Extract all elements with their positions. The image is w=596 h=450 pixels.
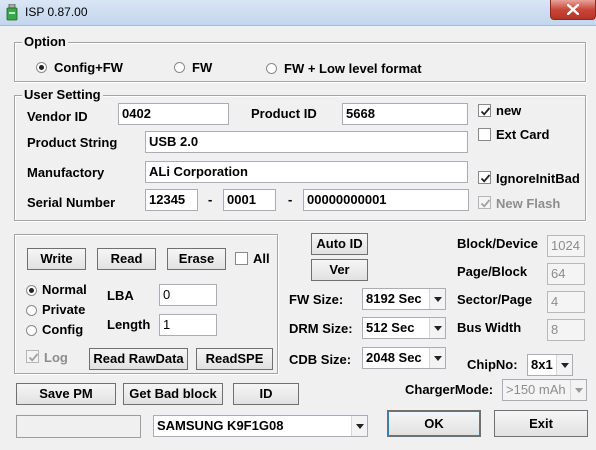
erase-button[interactable]: Erase bbox=[167, 248, 226, 270]
normal-label[interactable]: Normal bbox=[42, 282, 87, 298]
checkmark-icon bbox=[480, 174, 491, 183]
bus-width-value: 8 bbox=[547, 319, 585, 341]
charger-mode-value: >150 mAh bbox=[506, 382, 566, 397]
user-setting-group-label: User Setting bbox=[22, 87, 103, 102]
block-device-value: 1024 bbox=[547, 235, 585, 257]
log-checkbox bbox=[26, 350, 39, 363]
normal-radio[interactable] bbox=[26, 285, 37, 296]
charger-mode-select: >150 mAh bbox=[502, 379, 587, 401]
serial-part-1-input[interactable]: 12345 bbox=[145, 189, 198, 211]
window-title: ISP 0.87.00 bbox=[25, 5, 88, 19]
drm-size-label: DRM Size: bbox=[289, 321, 353, 336]
chevron-down-icon bbox=[570, 380, 586, 400]
save-pm-button[interactable]: Save PM bbox=[16, 383, 116, 405]
lba-input[interactable]: 0 bbox=[159, 284, 217, 306]
chipno-label: ChipNo: bbox=[467, 357, 518, 372]
checkmark-icon bbox=[28, 353, 39, 362]
ext-card-label[interactable]: Ext Card bbox=[496, 127, 549, 143]
serial-dash-2: - bbox=[288, 192, 293, 207]
length-input[interactable]: 1 bbox=[159, 314, 217, 336]
sector-page-label: Sector/Page bbox=[457, 292, 533, 307]
length-label: Length bbox=[107, 317, 151, 332]
ext-card-checkbox[interactable] bbox=[478, 128, 491, 141]
new-flash-checkbox bbox=[478, 196, 491, 209]
fw-low-level-radio[interactable] bbox=[266, 63, 277, 74]
serial-number-label: Serial Number bbox=[27, 195, 116, 210]
config-fw-radio[interactable] bbox=[36, 62, 47, 73]
private-radio[interactable] bbox=[26, 305, 37, 316]
manufactory-label: Manufactory bbox=[27, 165, 105, 180]
flash-select[interactable]: SAMSUNG K9F1G08 bbox=[153, 415, 368, 437]
cdb-size-select[interactable]: 2048 Sec bbox=[362, 347, 446, 369]
product-string-label: Product String bbox=[27, 135, 118, 150]
ignore-init-bad-checkbox[interactable] bbox=[478, 171, 491, 184]
write-button[interactable]: Write bbox=[27, 248, 86, 270]
sector-page-value: 4 bbox=[547, 291, 585, 313]
fw-size-select[interactable]: 8192 Sec bbox=[362, 288, 446, 310]
fw-radio[interactable] bbox=[174, 62, 185, 73]
all-checkbox[interactable] bbox=[235, 252, 248, 265]
ignore-init-bad-label[interactable]: IgnoreInitBad bbox=[496, 171, 580, 187]
fw-size-label: FW Size: bbox=[289, 292, 344, 307]
close-icon bbox=[567, 4, 579, 15]
chevron-down-icon[interactable] bbox=[556, 355, 572, 375]
log-label: Log bbox=[44, 350, 68, 365]
fw-label[interactable]: FW bbox=[192, 60, 212, 76]
product-id-input[interactable]: 5668 bbox=[342, 103, 468, 125]
fw-size-value: 8192 Sec bbox=[366, 291, 422, 306]
config-fw-label[interactable]: Config+FW bbox=[54, 60, 123, 76]
ok-button[interactable]: OK bbox=[387, 410, 481, 437]
drm-size-select[interactable]: 512 Sec bbox=[362, 317, 446, 339]
cdb-size-label: CDB Size: bbox=[289, 352, 352, 367]
chevron-down-icon[interactable] bbox=[429, 318, 445, 338]
option-group-label: Option bbox=[22, 34, 68, 49]
vendor-id-input[interactable]: 0402 bbox=[118, 103, 229, 125]
block-device-label: Block/Device bbox=[457, 236, 538, 251]
config-label[interactable]: Config bbox=[42, 322, 83, 338]
drm-size-value: 512 Sec bbox=[366, 320, 415, 335]
chevron-down-icon[interactable] bbox=[429, 289, 445, 309]
new-checkbox[interactable] bbox=[478, 104, 491, 117]
chipno-value: 8x1 bbox=[531, 357, 553, 372]
manufactory-input[interactable]: ALi Corporation bbox=[145, 161, 468, 183]
ver-button[interactable]: Ver bbox=[311, 259, 368, 281]
read-spe-button[interactable]: ReadSPE bbox=[196, 348, 273, 370]
serial-dash-1: - bbox=[208, 192, 213, 207]
private-label[interactable]: Private bbox=[42, 302, 85, 318]
id-button[interactable]: ID bbox=[233, 383, 299, 405]
exit-button[interactable]: Exit bbox=[494, 410, 588, 437]
auto-id-button[interactable]: Auto ID bbox=[311, 233, 368, 255]
config-radio[interactable] bbox=[26, 325, 37, 336]
vendor-id-label: Vendor ID bbox=[27, 109, 88, 124]
status-box bbox=[16, 415, 141, 438]
new-label[interactable]: new bbox=[496, 103, 521, 119]
product-string-input[interactable]: USB 2.0 bbox=[145, 131, 468, 153]
read-button[interactable]: Read bbox=[97, 248, 156, 270]
chevron-down-icon[interactable] bbox=[351, 416, 367, 436]
all-label[interactable]: All bbox=[253, 251, 270, 267]
usb-drive-icon bbox=[6, 3, 18, 21]
checkmark-icon bbox=[480, 199, 491, 208]
title-bar: ISP 0.87.00 bbox=[0, 0, 596, 26]
flash-value: SAMSUNG K9F1G08 bbox=[157, 418, 284, 433]
bus-width-label: Bus Width bbox=[457, 320, 522, 335]
page-block-value: 64 bbox=[547, 263, 585, 285]
serial-part-2-input[interactable]: 0001 bbox=[223, 189, 276, 211]
lba-label: LBA bbox=[107, 288, 134, 303]
read-raw-data-button[interactable]: Read RawData bbox=[89, 348, 188, 370]
fw-low-level-label[interactable]: FW + Low level format bbox=[284, 61, 422, 77]
page-block-label: Page/Block bbox=[457, 264, 528, 279]
serial-part-3-input[interactable]: 00000000001 bbox=[303, 189, 469, 211]
product-id-label: Product ID bbox=[251, 106, 317, 121]
cdb-size-value: 2048 Sec bbox=[366, 350, 422, 365]
new-flash-label: New Flash bbox=[496, 196, 561, 211]
close-button[interactable] bbox=[550, 0, 596, 20]
checkmark-icon bbox=[480, 107, 491, 116]
chipno-select[interactable]: 8x1 bbox=[527, 354, 573, 376]
chevron-down-icon[interactable] bbox=[429, 348, 445, 368]
get-bad-block-button[interactable]: Get Bad block bbox=[123, 383, 223, 405]
charger-mode-label: ChargerMode: bbox=[405, 382, 494, 397]
